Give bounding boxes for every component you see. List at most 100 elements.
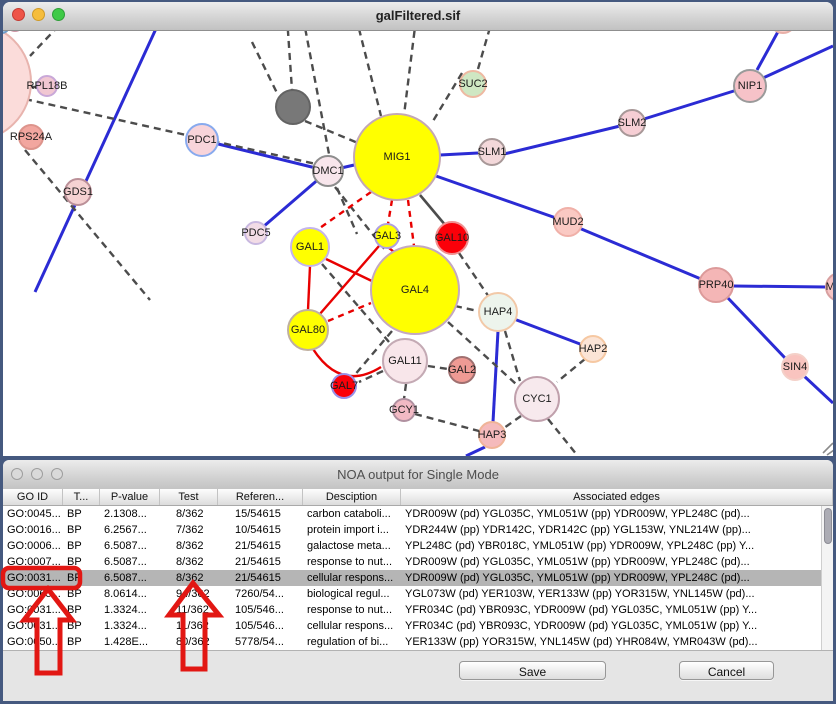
node-MUD2[interactable]: MUD2 [553, 207, 583, 237]
cell-test: 7/362 [160, 522, 218, 538]
node-MIG1[interactable]: MIG1 [353, 113, 441, 201]
column-header[interactable]: Test [160, 489, 218, 505]
table-header[interactable]: GO IDT...P-valueTestReferen...Desciption… [3, 489, 833, 506]
cell-edges: YDR009W (pd) YGL035C, YML051W (pp) YDR00… [401, 570, 833, 586]
node-label: SUC2 [458, 78, 487, 90]
node-PRP40[interactable]: PRP40 [698, 267, 734, 303]
node-label: DMC1 [312, 165, 343, 177]
cell-test: 8/362 [160, 570, 218, 586]
node-RPL18B[interactable]: RPL18B [36, 75, 58, 97]
table-row[interactable]: GO:0031...BP1.3324...11/362105/546...cel… [3, 618, 833, 634]
cell-ref: 105/546... [218, 602, 303, 618]
network-canvas[interactable]: RPL18B RPS24A GDS1 PDC1 PDC5 DMC1 MIG1 SUC2 SLM1… [3, 2, 833, 456]
cell-test: 11/362 [160, 618, 218, 634]
cell-test: 8/362 [160, 538, 218, 554]
node-RPS24A[interactable]: RPS24A [18, 124, 44, 150]
table-row[interactable]: GO:0045...BP2.1308...8/36215/54615carbon… [3, 506, 833, 522]
table-row[interactable]: GO:0007...BP6.5087...8/36221/54615respon… [3, 554, 833, 570]
cell-test: 8/362 [160, 554, 218, 570]
column-header[interactable]: GO ID [3, 489, 63, 505]
node-NIP1[interactable]: NIP1 [733, 69, 767, 103]
node-label: GDS1 [63, 186, 93, 198]
noa-window-title: NOA output for Single Mode [3, 467, 833, 482]
cell-type: BP [63, 570, 100, 586]
table-row[interactable]: GO:0065...BP8.0614...94/3627260/54...bio… [3, 586, 833, 602]
scrollbar-thumb[interactable] [824, 508, 832, 544]
node-label: GAL7 [330, 380, 358, 392]
node-DMC1[interactable]: DMC1 [312, 155, 344, 187]
cell-ref: 7260/54... [218, 586, 303, 602]
node-label: GAL2 [448, 364, 476, 376]
cell-p: 8.0614... [100, 586, 160, 602]
node-graynode[interactable] [275, 89, 311, 125]
node-label: GCY1 [389, 404, 419, 416]
node-GAL10[interactable]: GAL10 [435, 221, 469, 255]
cell-type: BP [63, 586, 100, 602]
cell-type: BP [63, 554, 100, 570]
node-GAL1[interactable]: GAL1 [290, 227, 330, 267]
node-label: HAP4 [484, 306, 513, 318]
node-GAL4[interactable]: GAL4 [370, 245, 460, 335]
node-label: GAL4 [401, 284, 429, 296]
cell-p: 6.2567... [100, 522, 160, 538]
cell-go_id: GO:0006... [3, 538, 63, 554]
node-PDC5[interactable]: PDC5 [244, 221, 268, 245]
cell-ref: 21/54615 [218, 554, 303, 570]
cell-edges: YFR034C (pd) YBR093C, YDR009W (pd) YGL03… [401, 618, 833, 634]
save-button[interactable]: Save [459, 661, 606, 680]
noa-titlebar[interactable]: NOA output for Single Mode [3, 460, 833, 490]
network-window: RPL18B RPS24A GDS1 PDC1 PDC5 DMC1 MIG1 SUC2 SLM1… [3, 2, 833, 456]
node-GDS1[interactable]: GDS1 [64, 178, 92, 206]
cell-test: 8/362 [160, 506, 218, 522]
column-header[interactable]: Associated edges [401, 489, 833, 505]
table-row[interactable]: GO:0031...BP6.5087...8/36221/54615cellul… [3, 570, 833, 586]
node-label: SLM1 [478, 146, 507, 158]
column-header[interactable]: Referen... [218, 489, 303, 505]
cell-p: 1.428E... [100, 634, 160, 650]
window-title: galFiltered.sif [3, 8, 833, 23]
network-titlebar[interactable]: galFiltered.sif [3, 2, 833, 31]
node-SIN4[interactable]: SIN4 [781, 353, 809, 381]
node-label: HAP2 [579, 343, 608, 355]
node-HAP4[interactable]: HAP4 [478, 292, 518, 332]
node-SLM1[interactable]: SLM1 [478, 138, 506, 166]
node-GAL2[interactable]: GAL2 [448, 356, 476, 384]
cell-p: 2.1308... [100, 506, 160, 522]
node-SUC2[interactable]: SUC2 [459, 70, 487, 98]
table-row[interactable]: GO:0006...BP6.5087...8/36221/54615galact… [3, 538, 833, 554]
node-GAL7[interactable]: GAL7 [331, 373, 357, 399]
column-header[interactable]: P-value [100, 489, 160, 505]
node-label: MUD2 [552, 216, 583, 228]
node-GCY1[interactable]: GCY1 [392, 398, 416, 422]
table-row[interactable]: GO:0016...BP6.2567...7/36210/54615protei… [3, 522, 833, 538]
node-HAP3[interactable]: HAP3 [478, 421, 506, 449]
cell-desc: regulation of bi... [303, 634, 401, 650]
cell-type: BP [63, 618, 100, 634]
cell-type: BP [63, 634, 100, 650]
cell-desc: cellular respons... [303, 570, 401, 586]
table-row[interactable]: GO:0050...BP1.428E...80/3625778/54...reg… [3, 634, 833, 650]
column-header[interactable]: Desciption [303, 489, 401, 505]
cell-desc: galactose meta... [303, 538, 401, 554]
node-PDC1[interactable]: PDC1 [185, 123, 219, 157]
node-GAL80[interactable]: GAL80 [287, 309, 329, 351]
node-GAL11[interactable]: GAL11 [382, 338, 428, 384]
cell-type: BP [63, 522, 100, 538]
cell-desc: cellular respons... [303, 618, 401, 634]
cell-ref: 10/54615 [218, 522, 303, 538]
node-HAP2[interactable]: HAP2 [579, 335, 607, 363]
cancel-button[interactable]: Cancel [679, 661, 774, 680]
node-label: GAL3 [373, 230, 401, 242]
noa-window: NOA output for Single Mode GO IDT...P-va… [3, 460, 833, 701]
vertical-scrollbar[interactable] [821, 506, 833, 650]
node-SLM2[interactable]: SLM2 [618, 109, 646, 137]
cell-desc: response to nut... [303, 602, 401, 618]
node-label: SLM2 [618, 117, 647, 129]
table-row[interactable]: GO:0031...BP1.3324...11/362105/546...res… [3, 602, 833, 618]
node-CYC1[interactable]: CYC1 [514, 376, 560, 422]
cell-p: 1.3324... [100, 602, 160, 618]
column-header[interactable]: T... [63, 489, 100, 505]
node-GAL3[interactable]: GAL3 [374, 223, 400, 249]
cell-type: BP [63, 538, 100, 554]
cell-edges: YDR009W (pd) YGL035C, YML051W (pp) YDR00… [401, 506, 833, 522]
